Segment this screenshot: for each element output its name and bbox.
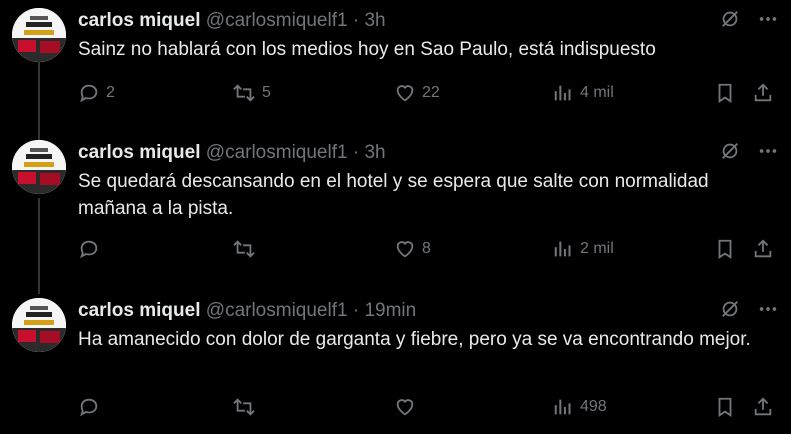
- timestamp[interactable]: 19min: [364, 300, 416, 321]
- views-icon: [552, 238, 574, 260]
- tweet[interactable]: carlos miquel @carlosmiquelf1 · 3h Sainz…: [0, 8, 791, 128]
- views-count: 4 mil: [580, 84, 614, 101]
- retweet-count: 5: [262, 84, 271, 101]
- like-button[interactable]: [394, 396, 422, 418]
- like-count: 22: [422, 84, 440, 101]
- tweet-header: carlos miquel @carlosmiquelf1 · 3h: [78, 10, 386, 32]
- bookmark-button[interactable]: [714, 82, 736, 104]
- tweet[interactable]: carlos miquel @carlosmiquelf1 · 3h Se qu…: [0, 140, 791, 280]
- more-icon[interactable]: [757, 8, 779, 30]
- views-button[interactable]: 4 mil: [552, 82, 614, 104]
- retweet-icon: [232, 396, 256, 418]
- tweet-header: carlos miquel @carlosmiquelf1 · 3h: [78, 142, 386, 164]
- action-bar: 8 2 mil: [78, 238, 778, 268]
- like-icon: [394, 82, 416, 104]
- more-icon[interactable]: [757, 298, 779, 320]
- retweet-button[interactable]: [232, 238, 262, 260]
- avatar[interactable]: [12, 8, 66, 62]
- tweet-top-actions: [719, 140, 779, 162]
- separator-dot: ·: [352, 142, 360, 163]
- tweet-text: Se quedará descansando en el hotel y se …: [78, 171, 709, 219]
- reply-icon: [78, 238, 100, 260]
- reply-button[interactable]: 2: [78, 82, 115, 104]
- like-icon: [394, 396, 416, 418]
- avatar[interactable]: [12, 298, 66, 352]
- grok-icon[interactable]: [719, 298, 741, 320]
- views-icon: [552, 82, 574, 104]
- grok-icon[interactable]: [719, 140, 741, 162]
- bookmark-button[interactable]: [714, 238, 736, 260]
- tweet-text: Sainz no hablará con los medios hoy en S…: [78, 39, 656, 60]
- like-count: 8: [422, 240, 431, 257]
- reply-count: 2: [106, 84, 115, 101]
- share-icon: [752, 396, 774, 418]
- action-bar: 2 5 22 4 mil: [78, 82, 778, 112]
- bookmark-button[interactable]: [714, 396, 736, 418]
- grok-icon[interactable]: [719, 8, 741, 30]
- tweet-top-actions: [719, 8, 779, 30]
- author-name[interactable]: carlos miquel: [78, 300, 201, 321]
- separator-dot: ·: [352, 300, 360, 321]
- author-handle[interactable]: @carlosmiquelf1: [206, 300, 348, 321]
- like-button[interactable]: 8: [394, 238, 431, 260]
- retweet-icon: [232, 238, 256, 260]
- author-name[interactable]: carlos miquel: [78, 142, 201, 163]
- like-icon: [394, 238, 416, 260]
- retweet-button[interactable]: 5: [232, 82, 271, 104]
- bookmark-icon: [714, 238, 736, 260]
- timestamp[interactable]: 3h: [364, 142, 385, 163]
- avatar[interactable]: [12, 140, 66, 194]
- views-button[interactable]: 2 mil: [552, 238, 614, 260]
- bookmark-icon: [714, 82, 736, 104]
- views-count: 498: [580, 398, 607, 415]
- author-handle[interactable]: @carlosmiquelf1: [206, 10, 348, 31]
- bookmark-icon: [714, 396, 736, 418]
- reply-icon: [78, 396, 100, 418]
- reply-button[interactable]: [78, 396, 106, 418]
- share-button[interactable]: [752, 396, 774, 418]
- author-name[interactable]: carlos miquel: [78, 10, 201, 31]
- tweet-text: Ha amanecido con dolor de garganta y fie…: [78, 329, 751, 350]
- timestamp[interactable]: 3h: [364, 10, 385, 31]
- retweet-button[interactable]: [232, 396, 262, 418]
- share-icon: [752, 238, 774, 260]
- share-icon: [752, 82, 774, 104]
- reply-icon: [78, 82, 100, 104]
- share-button[interactable]: [752, 238, 774, 260]
- action-bar: 498: [78, 396, 778, 426]
- retweet-icon: [232, 82, 256, 104]
- share-button[interactable]: [752, 82, 774, 104]
- tweet[interactable]: carlos miquel @carlosmiquelf1 · 19min Ha…: [0, 298, 791, 432]
- separator-dot: ·: [352, 10, 360, 31]
- views-count: 2 mil: [580, 240, 614, 257]
- like-button[interactable]: 22: [394, 82, 440, 104]
- views-icon: [552, 396, 574, 418]
- author-handle[interactable]: @carlosmiquelf1: [206, 142, 348, 163]
- tweet-header: carlos miquel @carlosmiquelf1 · 19min: [78, 300, 416, 322]
- reply-button[interactable]: [78, 238, 106, 260]
- tweet-top-actions: [719, 298, 779, 320]
- views-button[interactable]: 498: [552, 396, 607, 418]
- more-icon[interactable]: [757, 140, 779, 162]
